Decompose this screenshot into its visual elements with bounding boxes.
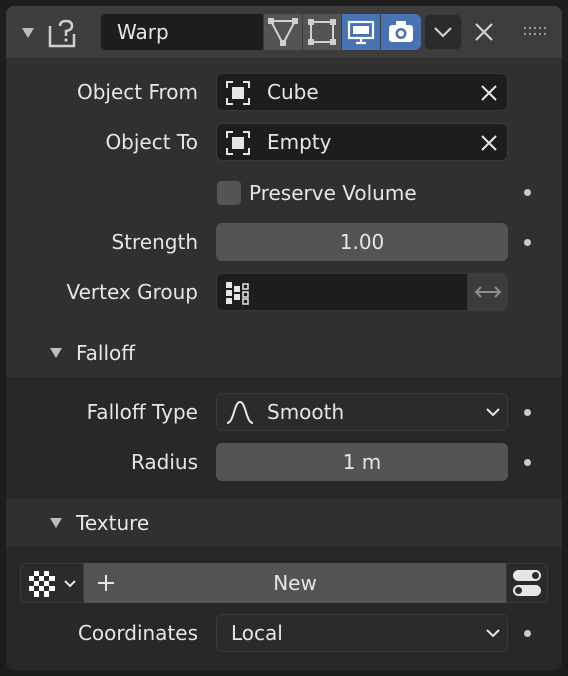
texture-subpanel-body: New Coordinates Local: [6, 547, 562, 670]
warp-modifier-icon: [48, 19, 76, 48]
collapse-triangle-icon[interactable]: [50, 348, 62, 358]
new-texture-button[interactable]: New: [84, 563, 506, 603]
keyframe-dot[interactable]: [524, 409, 531, 416]
falloff-type-dropdown[interactable]: Smooth: [216, 393, 508, 431]
collapse-triangle-icon[interactable]: [22, 28, 34, 38]
arrow-left-right-icon: [474, 286, 502, 298]
clear-object-from-icon[interactable]: [479, 83, 499, 103]
object-to-label: Object To: [105, 130, 198, 154]
radius-field[interactable]: 1 m: [216, 443, 508, 481]
clear-object-to-icon[interactable]: [479, 133, 499, 153]
vertex-group-icon: [226, 282, 249, 305]
object-icon: [226, 81, 250, 105]
coordinates-dropdown[interactable]: Local: [216, 614, 508, 652]
strength-label: Strength: [111, 230, 198, 254]
preserve-volume-label: Preserve Volume: [249, 181, 417, 205]
object-to-field[interactable]: Empty: [216, 123, 508, 161]
chevron-down-icon: [486, 629, 500, 638]
preserve-volume-checkbox[interactable]: [217, 181, 241, 205]
chevron-down-icon: [434, 27, 452, 38]
texture-properties-button[interactable]: [506, 563, 548, 603]
chevron-down-icon: [64, 580, 76, 588]
keyframe-dot[interactable]: [524, 189, 531, 196]
extra-options-dropdown[interactable]: [424, 14, 462, 50]
falloff-type-label: Falloff Type: [86, 400, 198, 424]
render-toggle[interactable]: [381, 14, 421, 50]
keyframe-dot[interactable]: [524, 630, 531, 637]
modifier-header: Warp: [6, 6, 562, 58]
strength-field[interactable]: 1.00: [216, 223, 508, 261]
viewport-toggle[interactable]: [342, 14, 380, 50]
falloff-subpanel-body: Falloff Type Smooth Radius 1 m: [6, 377, 562, 499]
close-icon[interactable]: [472, 20, 496, 44]
smooth-curve-icon: [226, 400, 254, 424]
camera-icon: [389, 21, 413, 42]
keyframe-dot[interactable]: [524, 459, 531, 466]
vertex-group-field[interactable]: [216, 273, 468, 311]
edit-mode-icon: [268, 18, 298, 47]
warp-modifier-panel: Warp Object From Cube Object To Empty Pr…: [6, 6, 562, 670]
coordinates-label: Coordinates: [77, 621, 198, 645]
radius-label: Radius: [130, 450, 198, 474]
monitor-icon: [347, 20, 375, 45]
checkerboard-texture-icon: [29, 571, 55, 597]
texture-browse-button[interactable]: [20, 563, 84, 603]
falloff-subpanel-header[interactable]: Falloff: [6, 330, 562, 376]
object-icon: [226, 131, 250, 155]
texture-subpanel-header[interactable]: Texture: [6, 500, 562, 546]
keyframe-dot[interactable]: [524, 239, 531, 246]
vertex-group-label: Vertex Group: [66, 280, 198, 304]
drag-handle-icon[interactable]: [524, 26, 546, 38]
invert-vertex-group-button[interactable]: [468, 273, 508, 311]
edit-mode-toggle[interactable]: [264, 14, 302, 50]
modifier-name-input[interactable]: Warp: [100, 13, 264, 51]
chevron-down-icon: [486, 408, 500, 417]
toggle-switches-icon: [513, 570, 541, 596]
object-from-field[interactable]: Cube: [216, 73, 508, 111]
cage-toggle[interactable]: [303, 14, 341, 50]
object-from-label: Object From: [76, 80, 198, 104]
collapse-triangle-icon[interactable]: [50, 518, 62, 528]
cage-icon: [308, 19, 336, 45]
